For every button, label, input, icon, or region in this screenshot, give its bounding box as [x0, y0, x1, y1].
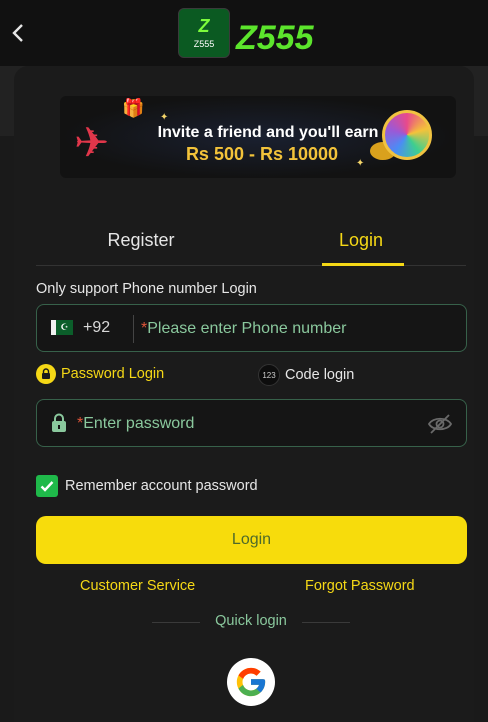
- divider-line: [302, 622, 350, 623]
- login-button[interactable]: Login: [36, 516, 467, 564]
- chevron-left-icon: [12, 24, 23, 42]
- banner-line-1: Invite a friend and you'll earn: [157, 124, 379, 141]
- code-login-label: Code login: [285, 367, 355, 383]
- checkmark-icon: [36, 475, 58, 497]
- field-divider: [133, 315, 134, 343]
- phone-field[interactable]: ☪ +92 * Please enter Phone number: [36, 304, 467, 352]
- google-login-button[interactable]: [227, 658, 275, 706]
- phone-placeholder: Please enter Phone number: [147, 320, 347, 337]
- app-logo: Z Z555 Z555: [178, 8, 324, 60]
- password-login-option[interactable]: Password Login: [36, 364, 164, 384]
- password-input[interactable]: * Enter password: [77, 410, 417, 438]
- active-tab-indicator: [322, 263, 404, 266]
- airplane-icon: ✈: [74, 119, 110, 166]
- padlock-icon: [51, 413, 67, 438]
- backdrop-left: [0, 136, 14, 722]
- logo-badge-mark: Z: [198, 16, 210, 36]
- code-login-option[interactable]: 123 Code login: [258, 364, 354, 386]
- top-bar: Z Z555 Z555: [0, 0, 488, 66]
- tab-login[interactable]: Login: [276, 214, 446, 266]
- invite-banner[interactable]: ✈ 🎁 ✦ ✦ Invite a friend and you'll earn …: [60, 96, 456, 178]
- quick-login-divider: Quick login: [152, 612, 350, 632]
- sparkle-icon: ✦: [160, 112, 169, 123]
- logo-badge-text: Z555: [193, 39, 215, 49]
- password-field[interactable]: * Enter password: [36, 399, 467, 447]
- customer-service-link[interactable]: Customer Service: [80, 578, 195, 594]
- password-login-label: Password Login: [61, 366, 165, 382]
- google-icon: [236, 667, 266, 697]
- remember-password-checkbox[interactable]: Remember account password: [36, 475, 258, 497]
- logo-badge: Z Z555: [178, 8, 230, 58]
- country-code[interactable]: +92: [83, 319, 110, 337]
- backdrop-right: [474, 136, 488, 722]
- remember-label: Remember account password: [65, 478, 258, 494]
- forgot-password-link[interactable]: Forgot Password: [305, 578, 415, 594]
- logo-wordmark-text: Z555: [236, 19, 314, 57]
- prize-wheel-icon: [382, 110, 432, 160]
- password-placeholder: Enter password: [83, 415, 195, 432]
- auth-tabs: Register Login: [36, 214, 466, 266]
- gift-icon: 🎁: [122, 98, 145, 118]
- eye-off-icon[interactable]: [427, 412, 453, 441]
- banner-line-2: Rs 500 - Rs 10000: [185, 144, 339, 164]
- tab-register[interactable]: Register: [56, 214, 226, 266]
- login-hint: Only support Phone number Login: [36, 281, 257, 297]
- quick-login-label: Quick login: [215, 613, 287, 629]
- numeric-code-icon: 123: [258, 364, 280, 386]
- logo-wordmark: Z555: [236, 18, 314, 58]
- lock-icon: [36, 364, 56, 384]
- login-mode-switch: Password Login 123 Code login: [36, 364, 466, 388]
- phone-input[interactable]: * Please enter Phone number: [141, 315, 451, 343]
- back-button[interactable]: [6, 18, 30, 48]
- pakistan-flag-icon: ☪: [51, 320, 73, 335]
